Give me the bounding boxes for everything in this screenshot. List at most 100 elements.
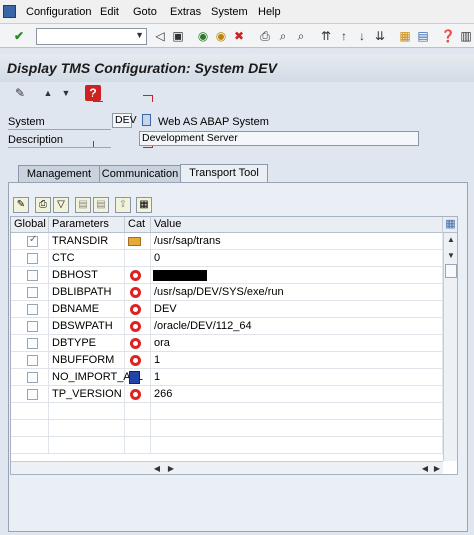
back-arrow-icon[interactable]: ◁	[152, 28, 168, 44]
layout-menu-icon[interactable]: ▥	[458, 28, 474, 44]
filter-icon[interactable]: ▽	[53, 197, 69, 213]
global-checkbox[interactable]	[27, 234, 38, 247]
global-checkbox[interactable]	[27, 287, 38, 298]
menu-goto[interactable]: Goto	[133, 6, 157, 18]
menu-extras[interactable]: Extras	[170, 6, 201, 18]
column-header-parameters[interactable]: Parameters	[49, 217, 125, 233]
selection-corner-marker	[93, 95, 103, 102]
menu-edit[interactable]: Edit	[100, 6, 119, 18]
shortcut-icon[interactable]: ▤	[415, 28, 431, 44]
find-next-icon[interactable]: ⌕	[293, 28, 309, 44]
import-flag-icon	[129, 371, 140, 384]
system-type-icon	[142, 114, 151, 126]
print-list-icon[interactable]: ⎙	[35, 197, 51, 213]
column-header-global[interactable]: Global	[11, 217, 49, 233]
parameter-cell: DBHOST	[49, 267, 125, 284]
column-header-value[interactable]: Value	[151, 217, 443, 233]
back-icon[interactable]: ◉	[195, 28, 211, 44]
grid-cell	[11, 437, 49, 454]
column-layout-icon[interactable]: ▦	[443, 217, 457, 233]
grid-cell	[151, 437, 443, 454]
vertical-scrollbar[interactable]: ▲ ▼	[443, 233, 457, 461]
global-checkbox[interactable]	[27, 304, 38, 315]
value-cell[interactable]: DEV	[151, 301, 443, 318]
standard-toolbar: ✔ ▼ ◁ ▣ ◉ ◉ ✖ ⎙ ⌕ ⌕ ⇈ ↑ ↓ ⇊ ▦ ▤ ❓ ▥	[0, 24, 474, 48]
value-cell[interactable]: /usr/sap/trans	[151, 233, 443, 250]
move-down-icon[interactable]: ▼	[58, 85, 74, 101]
first-page-icon[interactable]: ⇈	[318, 28, 334, 44]
new-session-icon[interactable]: ▦	[397, 28, 413, 44]
tab-transport-tool[interactable]: Transport Tool	[180, 164, 268, 183]
description-label: Description	[8, 134, 64, 146]
selection-corner-marker	[143, 95, 153, 102]
value-cell[interactable]: 1	[151, 352, 443, 369]
global-checkbox[interactable]	[27, 372, 38, 383]
move-up-icon[interactable]: ▲	[40, 85, 56, 101]
value-cell[interactable]: 0	[151, 250, 443, 267]
grid-cell	[49, 403, 125, 420]
help-icon[interactable]: ❓	[440, 28, 456, 44]
export-icon[interactable]: ⇪	[115, 197, 131, 213]
find-icon[interactable]: ⌕	[275, 28, 291, 44]
save-icon[interactable]: ▣	[170, 28, 186, 44]
command-field[interactable]: ▼	[36, 28, 147, 45]
tab-communication[interactable]: Communication	[99, 165, 181, 183]
previous-page-icon[interactable]: ↑	[336, 28, 352, 44]
description-field[interactable]: Development Server	[139, 131, 419, 146]
enter-icon[interactable]: ✔	[11, 28, 27, 44]
delete-row-icon[interactable]: ▤	[93, 197, 109, 213]
database-parameter-icon	[130, 287, 141, 298]
grid-cell	[49, 420, 125, 437]
horizontal-scrollbar[interactable]: ◀ ▶ ◀ ▶	[11, 461, 443, 474]
next-page-icon[interactable]: ↓	[354, 28, 370, 44]
database-parameter-icon	[130, 321, 141, 332]
parameter-cell: TP_VERSION	[49, 386, 125, 403]
menu-system[interactable]: System	[211, 6, 248, 18]
global-checkbox[interactable]	[27, 338, 38, 349]
cancel-icon[interactable]: ✖	[231, 28, 247, 44]
global-checkbox[interactable]	[27, 321, 38, 332]
grid-cell	[11, 420, 49, 437]
scroll-up-icon[interactable]: ▲	[445, 234, 457, 246]
global-checkbox[interactable]	[27, 270, 38, 281]
menu-bar: Configuration Edit Goto Extras System He…	[0, 0, 474, 24]
display-change-icon[interactable]: ✎	[12, 85, 28, 101]
parameter-cell: DBLIBPATH	[49, 284, 125, 301]
change-icon[interactable]: ✎	[13, 197, 29, 213]
value-cell[interactable]: 1	[151, 369, 443, 386]
global-checkbox[interactable]	[27, 389, 38, 400]
exit-icon[interactable]: ◉	[213, 28, 229, 44]
last-page-icon[interactable]: ⇊	[372, 28, 388, 44]
value-cell[interactable]: /usr/sap/DEV/SYS/exe/run	[151, 284, 443, 301]
scroll-right-icon[interactable]: ▶	[165, 463, 177, 474]
scroll-left-end-icon[interactable]: ◀	[419, 463, 431, 474]
column-header-cat[interactable]: Cat	[125, 217, 151, 233]
menu-help[interactable]: Help	[258, 6, 281, 18]
insert-row-icon[interactable]: ▤	[75, 197, 91, 213]
value-cell[interactable]: ora	[151, 335, 443, 352]
command-dropdown-icon[interactable]: ▼	[135, 30, 144, 40]
parameter-cell: DBSWPATH	[49, 318, 125, 335]
redacted-value	[153, 270, 207, 281]
parameter-grid: Global Parameters Cat Value ▦ TRANSDIR/u…	[10, 216, 458, 475]
database-parameter-icon	[130, 270, 141, 281]
global-checkbox[interactable]	[27, 355, 38, 366]
global-checkbox[interactable]	[27, 253, 38, 264]
grid-cell	[125, 437, 151, 454]
vertical-scroll-thumb[interactable]	[445, 264, 457, 278]
database-parameter-icon	[130, 304, 141, 315]
scroll-left-icon[interactable]: ◀	[151, 463, 163, 474]
value-cell[interactable]: /oracle/DEV/112_64	[151, 318, 443, 335]
scroll-down-icon[interactable]: ▼	[445, 250, 457, 262]
value-cell[interactable]: 266	[151, 386, 443, 403]
tab-management[interactable]: Management	[18, 165, 100, 183]
description-label-underline	[8, 147, 111, 148]
grid-cell	[49, 437, 125, 454]
details-icon[interactable]: ▦	[136, 197, 152, 213]
database-parameter-icon	[130, 338, 141, 349]
system-field[interactable]: DEV	[112, 113, 137, 128]
menu-configuration[interactable]: Configuration	[26, 6, 91, 18]
sap-logo-icon[interactable]	[3, 5, 16, 18]
print-icon[interactable]: ⎙	[257, 28, 273, 44]
scroll-right-end-icon[interactable]: ▶	[431, 463, 443, 474]
